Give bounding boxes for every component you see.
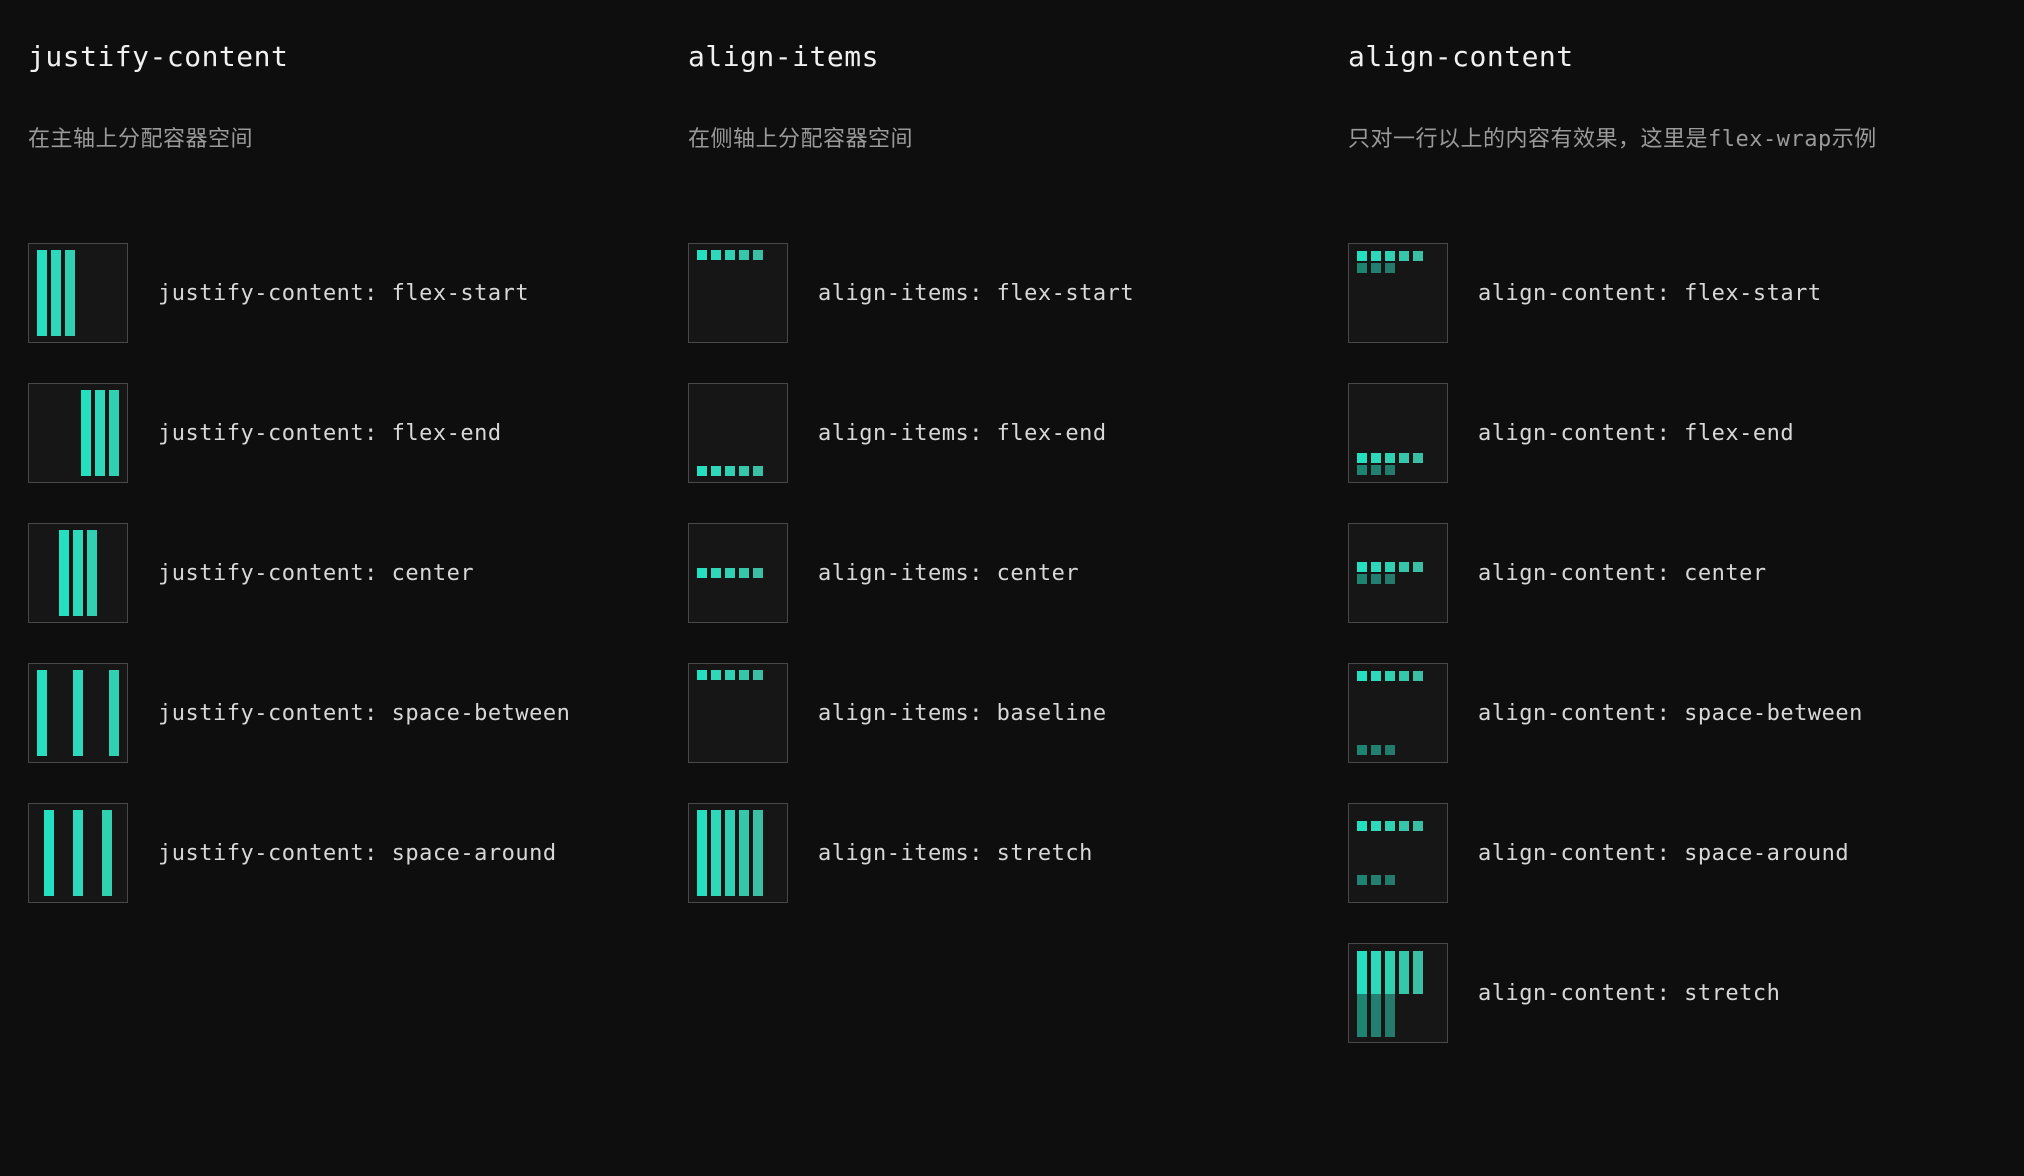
demo-justify-space-around [28, 803, 128, 903]
demo-justify-center [28, 523, 128, 623]
example-row: justify-content: center [28, 523, 648, 623]
column-title: align-items [688, 40, 1308, 73]
example-row: align-content: flex-end [1348, 383, 1968, 483]
example-row: justify-content: flex-end [28, 383, 648, 483]
example-row: align-content: space-between [1348, 663, 1968, 763]
column-title: justify-content [28, 40, 648, 73]
demo-label: align-content: space-between [1478, 701, 1863, 726]
example-row: align-items: baseline [688, 663, 1308, 763]
demo-align-items-stretch [688, 803, 788, 903]
demo-align-content-space-around [1348, 803, 1448, 903]
column-justify-content: justify-content 在主轴上分配容器空间 justify-conte… [28, 40, 648, 1083]
demo-align-content-flex-start [1348, 243, 1448, 343]
demo-align-items-baseline [688, 663, 788, 763]
demo-label: align-items: center [818, 561, 1079, 586]
demo-label: align-content: flex-end [1478, 421, 1794, 446]
demo-label: justify-content: flex-start [158, 281, 529, 306]
demo-align-content-flex-end [1348, 383, 1448, 483]
demo-align-content-stretch [1348, 943, 1448, 1043]
column-description: 在主轴上分配容器空间 [28, 121, 648, 153]
example-row: align-content: center [1348, 523, 1968, 623]
column-description: 只对一行以上的内容有效果，这里是flex-wrap示例 [1348, 121, 1968, 153]
demo-label: align-items: flex-start [818, 281, 1134, 306]
demo-label: align-content: center [1478, 561, 1767, 586]
example-row: align-items: stretch [688, 803, 1308, 903]
demo-label: align-items: flex-end [818, 421, 1107, 446]
demo-justify-flex-start [28, 243, 128, 343]
demo-justify-flex-end [28, 383, 128, 483]
column-align-content: align-content 只对一行以上的内容有效果，这里是flex-wrap示… [1348, 40, 1968, 1083]
demo-label: justify-content: space-between [158, 701, 570, 726]
columns-container: justify-content 在主轴上分配容器空间 justify-conte… [28, 40, 1996, 1083]
demo-justify-space-between [28, 663, 128, 763]
demo-align-items-flex-end [688, 383, 788, 483]
example-row: justify-content: flex-start [28, 243, 648, 343]
demo-label: align-content: flex-start [1478, 281, 1822, 306]
example-row: justify-content: space-around [28, 803, 648, 903]
example-row: align-items: flex-start [688, 243, 1308, 343]
example-row: align-content: stretch [1348, 943, 1968, 1043]
demo-label: align-items: baseline [818, 701, 1107, 726]
demo-align-items-center [688, 523, 788, 623]
demo-label: justify-content: flex-end [158, 421, 502, 446]
column-align-items: align-items 在侧轴上分配容器空间 align-items: flex… [688, 40, 1308, 1083]
demo-align-content-space-between [1348, 663, 1448, 763]
example-row: justify-content: space-between [28, 663, 648, 763]
example-row: align-content: space-around [1348, 803, 1968, 903]
demo-label: align-content: stretch [1478, 981, 1780, 1006]
demo-label: justify-content: center [158, 561, 474, 586]
demo-label: justify-content: space-around [158, 841, 557, 866]
column-description: 在侧轴上分配容器空间 [688, 121, 1308, 153]
demo-align-content-center [1348, 523, 1448, 623]
example-row: align-content: flex-start [1348, 243, 1968, 343]
example-row: align-items: flex-end [688, 383, 1308, 483]
demo-label: align-items: stretch [818, 841, 1093, 866]
column-title: align-content [1348, 40, 1968, 73]
demo-align-items-flex-start [688, 243, 788, 343]
example-row: align-items: center [688, 523, 1308, 623]
demo-label: align-content: space-around [1478, 841, 1849, 866]
